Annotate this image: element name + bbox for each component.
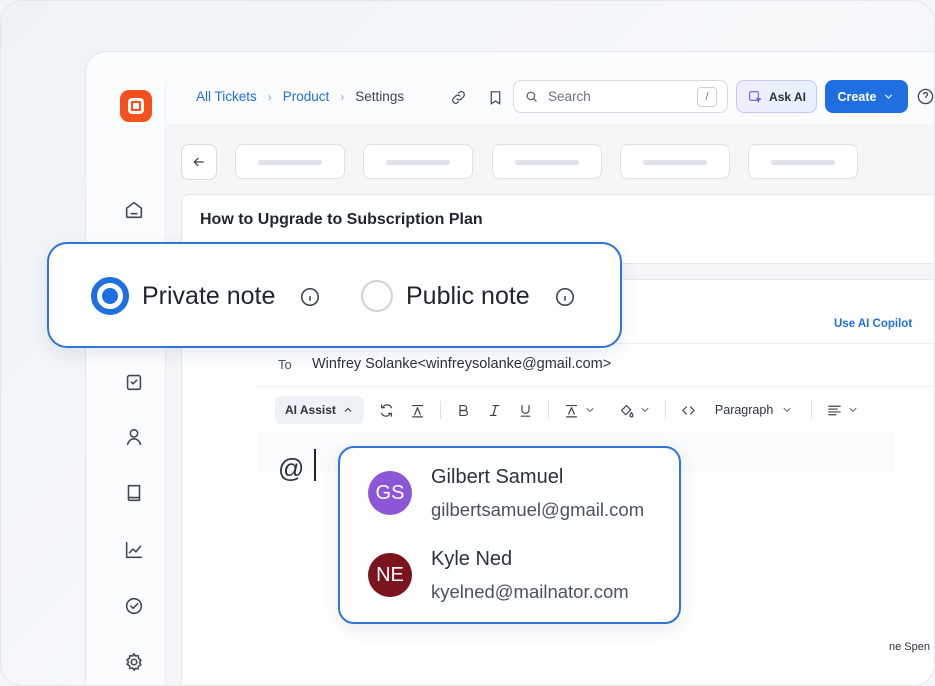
reports-icon[interactable] bbox=[110, 528, 158, 572]
placeholder-tab[interactable] bbox=[235, 144, 345, 179]
toolbar-divider bbox=[664, 401, 666, 419]
help-icon[interactable] bbox=[916, 87, 934, 111]
breadcrumb-settings: Settings bbox=[355, 89, 405, 104]
create-label: Create bbox=[837, 89, 877, 104]
back-button[interactable] bbox=[181, 144, 217, 180]
public-note-label[interactable]: Public note bbox=[406, 282, 530, 311]
ask-ai-button[interactable]: Ask AI bbox=[736, 80, 817, 113]
code-icon[interactable] bbox=[680, 396, 697, 424]
mention-dropdown: GS Gilbert Samuel gilbertsamuel@gmail.co… bbox=[338, 446, 681, 624]
ask-ai-label: Ask AI bbox=[769, 89, 806, 104]
fill-color-icon[interactable] bbox=[618, 396, 651, 424]
clear-format-icon[interactable] bbox=[409, 396, 426, 424]
ticket-title: How to Upgrade to Subscription Plan bbox=[200, 211, 483, 228]
bookmark-icon[interactable] bbox=[484, 86, 506, 108]
mention-email[interactable]: gilbertsamuel@gmail.com bbox=[431, 499, 644, 521]
mention-email[interactable]: kyelned@mailnator.com bbox=[431, 581, 629, 603]
home-icon[interactable] bbox=[110, 188, 158, 232]
chevron-down-icon bbox=[641, 408, 649, 412]
top-bar: All Tickets › Product › Settings Search … bbox=[166, 78, 934, 118]
note-type-selector: Private note Public note bbox=[47, 242, 622, 348]
create-button[interactable]: Create bbox=[825, 80, 908, 113]
placeholder-tab[interactable] bbox=[748, 144, 858, 179]
chevron-down-icon bbox=[885, 94, 893, 99]
arrow-left-icon bbox=[193, 157, 204, 167]
to-recipient[interactable]: Winfrey Solanke<winfreysolanke@gmail.com… bbox=[312, 356, 611, 372]
italic-icon[interactable] bbox=[486, 396, 503, 424]
paragraph-label: Paragraph bbox=[714, 403, 774, 417]
outer-frame: All Tickets › Product › Settings Search … bbox=[0, 0, 935, 686]
search-icon bbox=[526, 91, 537, 102]
toolbar-divider bbox=[547, 401, 549, 419]
sidebar bbox=[102, 82, 166, 685]
ai-assist-button[interactable]: AI Assist bbox=[275, 396, 364, 424]
info-icon[interactable] bbox=[554, 286, 576, 308]
editor-text: @ bbox=[278, 453, 305, 483]
brand-logo[interactable] bbox=[120, 90, 152, 122]
toolbar-divider bbox=[439, 401, 441, 419]
placeholder-tab[interactable] bbox=[363, 144, 473, 179]
placeholder-tab[interactable] bbox=[492, 144, 602, 179]
toolbar-divider bbox=[811, 401, 813, 419]
link-icon[interactable] bbox=[447, 86, 469, 108]
info-icon[interactable] bbox=[299, 286, 321, 308]
settings-icon[interactable] bbox=[110, 640, 158, 684]
ai-assist-label: AI Assist bbox=[285, 403, 336, 417]
sparkle-icon bbox=[749, 90, 762, 103]
paragraph-dropdown[interactable]: Paragraph bbox=[715, 396, 793, 424]
rephrase-icon[interactable] bbox=[378, 396, 395, 424]
to-label: To bbox=[278, 357, 292, 372]
bold-icon[interactable] bbox=[455, 396, 472, 424]
breadcrumb-product[interactable]: Product bbox=[283, 89, 330, 104]
chevron-up-icon bbox=[344, 407, 352, 412]
search-placeholder: Search bbox=[548, 89, 591, 104]
mention-name[interactable]: Kyle Ned bbox=[431, 548, 512, 571]
text-caret bbox=[314, 449, 316, 481]
chevron-right-icon: › bbox=[340, 89, 345, 104]
private-note-radio[interactable] bbox=[91, 277, 129, 315]
chevron-down-icon bbox=[586, 408, 594, 412]
divider bbox=[258, 386, 934, 387]
breadcrumb-all-tickets[interactable]: All Tickets bbox=[196, 89, 257, 104]
task-icon[interactable] bbox=[110, 360, 158, 404]
private-note-label[interactable]: Private note bbox=[142, 282, 275, 311]
approvals-icon[interactable] bbox=[110, 584, 158, 628]
mention-name[interactable]: Gilbert Samuel bbox=[431, 466, 563, 489]
chevron-down-icon bbox=[783, 408, 791, 412]
align-left-icon[interactable] bbox=[826, 396, 859, 424]
search-input[interactable]: Search / bbox=[513, 80, 728, 113]
use-ai-copilot-link[interactable]: Use AI Copilot bbox=[834, 318, 912, 330]
avatar: GS bbox=[368, 471, 412, 515]
editor-toolbar: AI Assist Paragraph bbox=[275, 393, 934, 427]
chevron-right-icon: › bbox=[267, 89, 272, 104]
chevron-down-icon bbox=[849, 408, 857, 412]
knowledge-base-icon[interactable] bbox=[110, 471, 158, 515]
public-note-radio[interactable] bbox=[361, 280, 393, 312]
breadcrumb: All Tickets › Product › Settings bbox=[196, 89, 404, 104]
contacts-icon[interactable] bbox=[110, 415, 158, 459]
text-color-icon[interactable] bbox=[563, 396, 596, 424]
search-shortcut: / bbox=[697, 86, 717, 107]
partial-text: ne Spen bbox=[889, 641, 930, 653]
avatar: NE bbox=[368, 553, 412, 597]
underline-icon[interactable] bbox=[517, 396, 534, 424]
placeholder-tab[interactable] bbox=[620, 144, 730, 179]
